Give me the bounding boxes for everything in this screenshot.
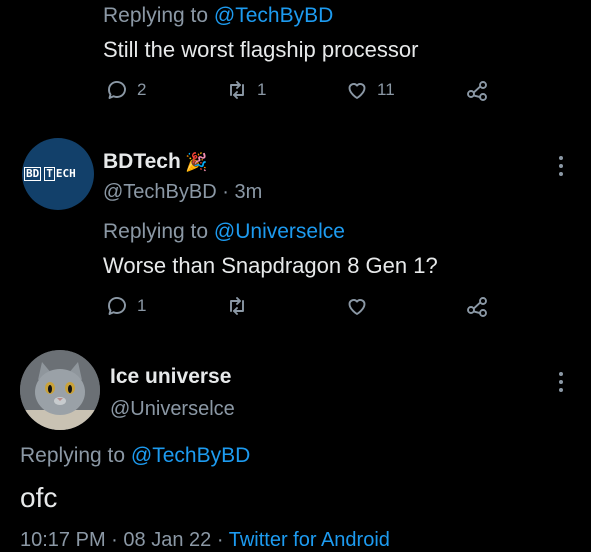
replying-to-line: Replying to @Universelce — [103, 220, 345, 244]
retweet-count: 1 — [257, 80, 267, 99]
like-button[interactable] — [345, 294, 369, 318]
tweet-time[interactable]: 3m — [234, 181, 262, 203]
author-name[interactable]: BDTech — [103, 150, 181, 173]
bdtech-avatar[interactable]: BD T ECH — [22, 138, 94, 210]
author-handle-line: @TechByBD · 3m — [103, 181, 263, 203]
retweet-button[interactable]: 1 — [225, 78, 266, 102]
tweet-meta-line: 10:17 PM · 08 Jan 22 · Twitter for Andro… — [20, 529, 390, 551]
share-button[interactable] — [465, 79, 489, 103]
more-options-button[interactable] — [559, 372, 565, 392]
tweet-text: Worse than Snapdragon 8 Gen 1? — [103, 253, 438, 278]
retweet-button[interactable] — [225, 294, 249, 318]
share-icon — [467, 81, 487, 101]
like-button[interactable]: 11 — [345, 78, 395, 102]
author-line: BDTech 🎉 — [103, 150, 208, 174]
reply-icon — [108, 81, 126, 99]
ice-universe-avatar[interactable] — [20, 350, 100, 430]
reply-icon — [108, 297, 126, 315]
tweet-source-link[interactable]: Twitter for Android — [229, 529, 390, 551]
reply-button[interactable]: 1 — [105, 294, 146, 318]
reply-button[interactable]: 2 — [105, 78, 146, 102]
retweet-icon — [230, 81, 244, 99]
reply-count: 1 — [137, 296, 147, 315]
tweet-text: Still the worst flagship processor — [103, 37, 419, 62]
heart-icon — [348, 83, 366, 99]
share-icon — [467, 297, 487, 317]
share-button[interactable] — [465, 295, 489, 319]
replying-to-label: Replying to — [103, 220, 209, 243]
replying-to-handle-link[interactable]: @Universelce — [214, 220, 345, 243]
tweet-timestamp[interactable]: 10:17 PM — [20, 529, 106, 551]
heart-icon — [348, 299, 366, 315]
replying-to-handle-link[interactable]: @TechByBD — [214, 4, 333, 27]
tweet-text: ofc — [20, 482, 58, 513]
replying-to-handle-link[interactable]: @TechByBD — [131, 444, 250, 467]
author-handle[interactable]: @Universelce — [110, 398, 235, 421]
author-name[interactable]: Ice universe — [110, 365, 231, 389]
replying-to-line: Replying to @TechByBD — [20, 444, 250, 468]
party-emoji: 🎉 — [185, 152, 208, 172]
replying-to-label: Replying to — [103, 4, 209, 27]
replying-to-label: Replying to — [20, 444, 126, 467]
reply-count: 2 — [137, 80, 147, 99]
cat-avatar-icon — [20, 350, 100, 430]
author-handle[interactable]: @TechByBD — [103, 181, 217, 203]
tweet-date[interactable]: 08 Jan 22 — [123, 529, 211, 551]
more-options-button[interactable] — [559, 156, 565, 176]
retweet-icon — [230, 297, 244, 315]
bdtech-logo: BD T ECH — [24, 167, 76, 181]
like-count: 11 — [377, 80, 395, 99]
replying-to-line: Replying to @TechByBD — [103, 4, 333, 28]
